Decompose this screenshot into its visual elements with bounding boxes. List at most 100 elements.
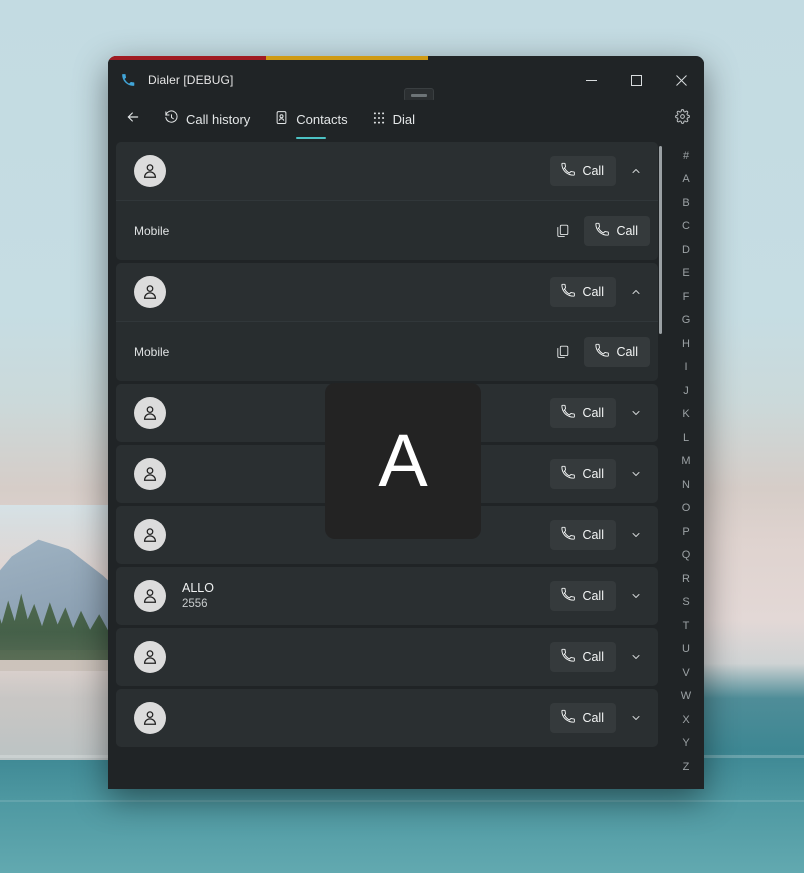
contact-card[interactable]: Call Mobile Call: [116, 142, 658, 260]
contacts-scroll-area[interactable]: Call Mobile Call Call Mobile Call Call Call Call…: [108, 138, 668, 789]
call-button[interactable]: Call: [550, 398, 616, 428]
call-button-label: Call: [582, 589, 604, 603]
index-letter-k[interactable]: K: [668, 403, 704, 427]
call-button-label: Call: [582, 467, 604, 481]
call-button[interactable]: Call: [584, 215, 650, 246]
chevron-down-icon[interactable]: [622, 581, 650, 611]
call-button[interactable]: Call: [550, 277, 616, 307]
index-letter-s[interactable]: S: [668, 591, 704, 615]
chevron-down-icon[interactable]: [622, 398, 650, 428]
tab-dial[interactable]: Dial: [362, 101, 425, 137]
avatar-icon: [134, 276, 166, 308]
contact-card[interactable]: Call: [116, 445, 658, 503]
index-letter-g[interactable]: G: [668, 309, 704, 333]
phone-icon: [560, 162, 576, 180]
call-button-label: Call: [582, 528, 604, 542]
chevron-down-icon[interactable]: [622, 520, 650, 550]
back-button[interactable]: [116, 103, 150, 135]
contact-detail-row[interactable]: Mobile Call: [116, 200, 658, 260]
contact-row[interactable]: Call: [116, 506, 658, 564]
index-letter-d[interactable]: D: [668, 238, 704, 262]
contact-row[interactable]: Call: [116, 445, 658, 503]
contact-card[interactable]: Call Mobile Call: [116, 263, 658, 381]
contact-names: [182, 657, 550, 658]
call-button[interactable]: Call: [550, 703, 616, 733]
phone-icon: [560, 648, 576, 666]
history-icon: [164, 110, 179, 128]
index-letter-hash[interactable]: #: [668, 144, 704, 168]
index-letter-e[interactable]: E: [668, 262, 704, 286]
tab-contacts[interactable]: Contacts: [264, 101, 357, 139]
close-icon[interactable]: [659, 60, 704, 100]
window-title: Dialer [DEBUG]: [148, 73, 234, 87]
contact-name: ALLO: [182, 581, 214, 595]
contact-row[interactable]: ALLO 2556 Call: [116, 567, 658, 625]
wallpaper-water-line-2: [0, 800, 804, 802]
contact-card[interactable]: Call: [116, 628, 658, 686]
contact-row[interactable]: Call: [116, 263, 658, 321]
tab-label: Dial: [392, 111, 416, 127]
tab-call-history[interactable]: Call history: [154, 101, 260, 137]
chevron-up-icon[interactable]: [622, 156, 650, 186]
copy-icon[interactable]: [546, 216, 578, 246]
index-letter-u[interactable]: U: [668, 638, 704, 662]
index-letter-c[interactable]: C: [668, 215, 704, 239]
contact-row[interactable]: Call: [116, 142, 658, 200]
avatar-icon: [134, 458, 166, 490]
settings-button[interactable]: [666, 103, 698, 135]
contact-names: [182, 292, 550, 293]
index-letter-i[interactable]: I: [668, 356, 704, 380]
call-button[interactable]: Call: [550, 156, 616, 186]
avatar-icon: [134, 519, 166, 551]
index-letter-z[interactable]: Z: [668, 755, 704, 779]
index-letter-l[interactable]: L: [668, 426, 704, 450]
contact-row[interactable]: Call: [116, 689, 658, 747]
contact-card[interactable]: Call: [116, 506, 658, 564]
index-letter-o[interactable]: O: [668, 497, 704, 521]
scrollbar-thumb[interactable]: [659, 146, 662, 334]
scrollbar[interactable]: [656, 144, 666, 754]
phone-icon: [120, 72, 136, 88]
index-letter-b[interactable]: B: [668, 191, 704, 215]
detail-label: Mobile: [134, 223, 170, 238]
index-letter-r[interactable]: R: [668, 567, 704, 591]
index-letter-v[interactable]: V: [668, 661, 704, 685]
contact-card[interactable]: Call: [116, 384, 658, 442]
minimize-icon[interactable]: [569, 60, 614, 100]
call-button[interactable]: Call: [550, 642, 616, 672]
index-letter-f[interactable]: F: [668, 285, 704, 309]
index-letter-y[interactable]: Y: [668, 732, 704, 756]
index-letter-q[interactable]: Q: [668, 544, 704, 568]
index-letter-p[interactable]: P: [668, 520, 704, 544]
call-button[interactable]: Call: [550, 520, 616, 550]
index-letter-t[interactable]: T: [668, 614, 704, 638]
contact-card[interactable]: Call: [116, 689, 658, 747]
phone-icon: [560, 709, 576, 727]
detail-label: Mobile: [134, 344, 170, 359]
index-letter-w[interactable]: W: [668, 685, 704, 709]
maximize-icon[interactable]: [614, 60, 659, 100]
call-button[interactable]: Call: [584, 336, 650, 367]
chevron-down-icon[interactable]: [622, 642, 650, 672]
call-button[interactable]: Call: [550, 459, 616, 489]
call-button-label: Call: [582, 285, 604, 299]
contact-card[interactable]: ALLO 2556 Call: [116, 567, 658, 625]
contact-row[interactable]: Call: [116, 384, 658, 442]
index-letter-j[interactable]: J: [668, 379, 704, 403]
chevron-down-icon[interactable]: [622, 459, 650, 489]
contact-row[interactable]: Call: [116, 628, 658, 686]
title-bar[interactable]: Dialer [DEBUG]: [108, 60, 704, 102]
alphabet-index-rail[interactable]: # A B C D E F G H I J K L M N O P Q R S T U V W X Y Z: [668, 138, 704, 789]
contact-names: [182, 171, 550, 172]
index-letter-x[interactable]: X: [668, 708, 704, 732]
call-button-label: Call: [582, 650, 604, 664]
index-letter-a[interactable]: A: [668, 168, 704, 192]
index-letter-m[interactable]: M: [668, 450, 704, 474]
index-letter-h[interactable]: H: [668, 332, 704, 356]
chevron-down-icon[interactable]: [622, 703, 650, 733]
index-letter-n[interactable]: N: [668, 473, 704, 497]
call-button[interactable]: Call: [550, 581, 616, 611]
contact-detail-row[interactable]: Mobile Call: [116, 321, 658, 381]
copy-icon[interactable]: [546, 337, 578, 367]
chevron-up-icon[interactable]: [622, 277, 650, 307]
